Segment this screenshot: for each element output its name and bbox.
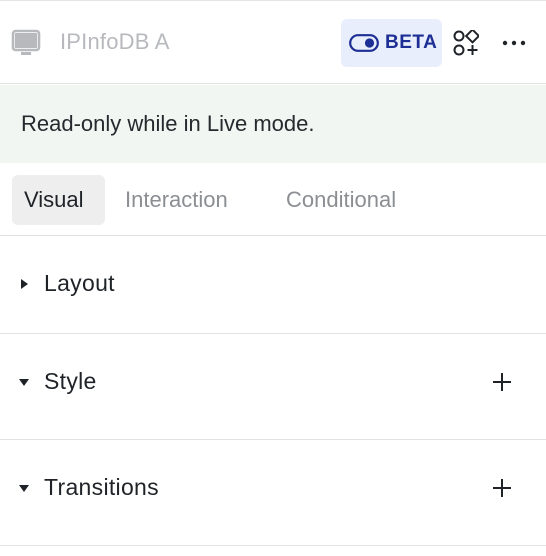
caret-right-icon <box>21 279 28 289</box>
panel-header: IPInfoDB A BETA <box>0 0 546 84</box>
read-only-notice: Read-only while in Live mode. <box>0 85 546 163</box>
section-title: Layout <box>44 270 115 296</box>
toggle-icon <box>349 34 379 52</box>
tab-conditional[interactable]: Conditional <box>274 175 408 225</box>
section-title: Style <box>44 368 97 394</box>
section-transitions[interactable]: Transitions <box>0 440 546 546</box>
caret-down-icon <box>19 485 29 492</box>
more-icon[interactable] <box>501 30 527 56</box>
notice-text: Read-only while in Live mode. <box>21 111 315 136</box>
add-style-icon[interactable] <box>491 371 513 393</box>
tab-interaction[interactable]: Interaction <box>113 175 240 225</box>
add-transition-icon[interactable] <box>491 477 513 499</box>
components-icon[interactable] <box>453 30 479 56</box>
tab-bar: Visual Interaction Conditional <box>0 163 546 236</box>
caret-down-icon <box>19 379 29 386</box>
beta-label: BETA <box>385 32 438 53</box>
tab-visual[interactable]: Visual <box>12 175 105 225</box>
section-style[interactable]: Style <box>0 334 546 440</box>
beta-toggle-button[interactable]: BETA <box>341 19 442 67</box>
section-layout[interactable]: Layout <box>0 236 546 334</box>
section-title: Transitions <box>44 474 159 500</box>
element-name: IPInfoDB A <box>60 29 170 54</box>
monitor-icon <box>11 29 41 55</box>
